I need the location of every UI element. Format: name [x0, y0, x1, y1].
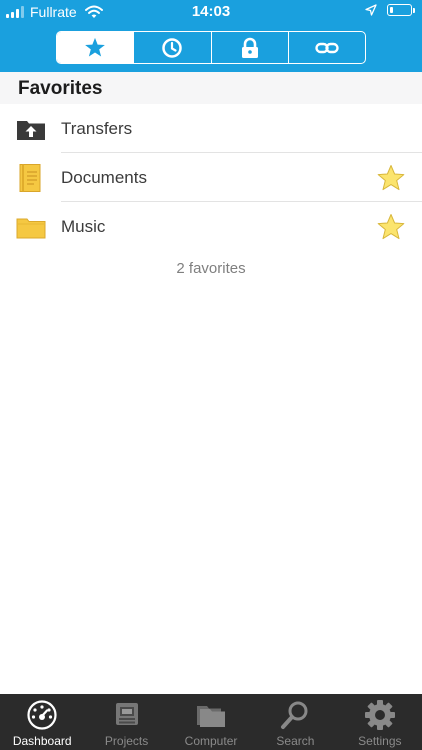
- list-item-label: Music: [61, 217, 106, 236]
- favorites-segmented-control: [56, 31, 366, 64]
- tab-label: Search: [276, 734, 315, 748]
- tab-projects[interactable]: Projects: [84, 694, 168, 750]
- section-title: Favorites: [0, 72, 422, 104]
- status-bar: Fullrate 14:03: [0, 0, 422, 24]
- app-header: Fullrate 14:03: [0, 0, 422, 72]
- battery-icon: [387, 4, 415, 16]
- tab-dashboard[interactable]: Dashboard: [0, 694, 84, 750]
- star-icon: [85, 37, 105, 57]
- status-time: 14:03: [191, 3, 231, 20]
- dashboard-icon: [27, 700, 57, 730]
- segment-recent[interactable]: [133, 32, 210, 63]
- screen: Fullrate 14:03 Favorites Transfers Docum…: [0, 0, 422, 750]
- location-arrow-icon: [365, 4, 377, 16]
- list-item-label: Transfers: [61, 119, 133, 138]
- segment-locked[interactable]: [210, 32, 288, 63]
- tab-settings[interactable]: Settings: [338, 694, 422, 750]
- status-right: [365, 4, 415, 16]
- link-icon: [315, 42, 339, 53]
- segment-links[interactable]: [287, 32, 365, 63]
- tab-label: Computer: [184, 734, 238, 748]
- segment-favorites[interactable]: [57, 32, 134, 63]
- favorite-star-icon[interactable]: [376, 164, 406, 192]
- tab-label: Projects: [104, 734, 149, 748]
- projects-icon: [115, 703, 138, 725]
- favorites-count: 2 favorites: [176, 260, 246, 277]
- favorites-list: Transfers Documents Music: [0, 104, 422, 251]
- folder-icon: [16, 218, 46, 239]
- list-item-transfers[interactable]: Transfers: [0, 104, 422, 153]
- battery-level: [390, 7, 393, 13]
- tab-computer[interactable]: Computer: [169, 694, 253, 750]
- settings-gear-icon: [364, 700, 395, 730]
- tab-bar: Dashboard Projects Computer Search Setti…: [0, 694, 422, 750]
- lock-icon: [241, 37, 258, 58]
- favorite-star-icon[interactable]: [376, 213, 406, 241]
- clock-icon: [162, 37, 183, 58]
- tab-label: Dashboard: [12, 734, 72, 748]
- computer-icon: [197, 706, 226, 727]
- list-item-label: Documents: [61, 168, 147, 187]
- transfers-folder-icon: [17, 121, 45, 140]
- document-icon: [19, 164, 41, 192]
- tab-label: Settings: [358, 734, 402, 748]
- tab-search[interactable]: Search: [253, 694, 337, 750]
- list-item-documents[interactable]: Documents: [0, 153, 422, 202]
- search-icon: [281, 701, 308, 729]
- list-item-music[interactable]: Music: [0, 202, 422, 251]
